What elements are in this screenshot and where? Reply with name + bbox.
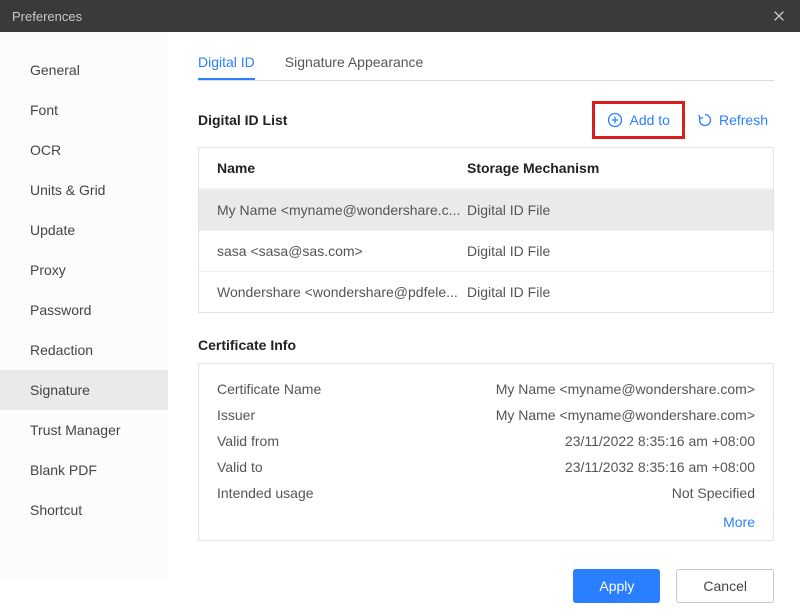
digital-id-table: Name Storage Mechanism My Name <myname@w… [198,147,774,313]
sidebar-item-general[interactable]: General [0,50,168,90]
column-header-name: Name [217,160,467,176]
digital-id-list-header: Digital ID List Add to Refresh [198,101,774,139]
sidebar-item-label: Update [30,222,75,238]
dialog-footer: Apply Cancel [168,561,800,613]
cancel-label: Cancel [703,578,747,594]
column-header-storage: Storage Mechanism [467,160,755,176]
cert-row: Intended usage Not Specified [217,480,755,506]
sidebar-item-label: Password [30,302,91,318]
digital-id-list-title: Digital ID List [198,112,592,128]
cell-name: My Name <myname@wondershare.c... [217,202,467,218]
cert-row: Certificate Name My Name <myname@wonders… [217,376,755,402]
sidebar-item-trust-manager[interactable]: Trust Manager [0,410,168,450]
cancel-button[interactable]: Cancel [676,569,774,603]
cell-storage: Digital ID File [467,202,755,218]
sidebar-item-label: OCR [30,142,61,158]
sidebar-item-blank-pdf[interactable]: Blank PDF [0,450,168,490]
tab-signature-appearance[interactable]: Signature Appearance [285,46,424,80]
sidebar-item-label: Redaction [30,342,93,358]
refresh-icon [697,112,713,128]
tab-label: Digital ID [198,54,255,70]
window-title: Preferences [12,9,770,24]
add-to-label: Add to [629,112,669,128]
cell-storage: Digital ID File [467,243,755,259]
certificate-info-title: Certificate Info [198,337,774,353]
certificate-info-box: Certificate Name My Name <myname@wonders… [198,363,774,541]
cert-value: My Name <myname@wondershare.com> [467,381,755,397]
table-header-row: Name Storage Mechanism [199,148,773,189]
add-to-highlight: Add to [592,101,684,139]
tab-label: Signature Appearance [285,54,424,70]
sidebar-item-label: Font [30,102,58,118]
sidebar-item-units-grid[interactable]: Units & Grid [0,170,168,210]
cert-label: Issuer [217,407,467,423]
window-titlebar: Preferences [0,0,800,32]
cert-value: My Name <myname@wondershare.com> [467,407,755,423]
refresh-label: Refresh [719,112,768,128]
cell-name: sasa <sasa@sas.com> [217,243,467,259]
preferences-sidebar: General Font OCR Units & Grid Update Pro… [0,32,168,580]
sidebar-item-label: Units & Grid [30,182,105,198]
main-panel: Digital ID Signature Appearance Digital … [168,32,800,580]
more-link[interactable]: More [217,506,755,530]
sidebar-item-label: Proxy [30,262,66,278]
sidebar-item-font[interactable]: Font [0,90,168,130]
sidebar-item-label: Trust Manager [30,422,121,438]
cell-storage: Digital ID File [467,284,755,300]
cert-label: Valid to [217,459,467,475]
cert-row: Valid to 23/11/2032 8:35:16 am +08:00 [217,454,755,480]
cert-label: Intended usage [217,485,467,501]
plus-circle-icon [607,112,623,128]
sidebar-item-label: Shortcut [30,502,82,518]
sidebar-item-password[interactable]: Password [0,290,168,330]
sidebar-item-signature[interactable]: Signature [0,370,168,410]
apply-label: Apply [599,578,634,594]
sidebar-item-update[interactable]: Update [0,210,168,250]
cert-value: 23/11/2022 8:35:16 am +08:00 [467,433,755,449]
tab-digital-id[interactable]: Digital ID [198,46,255,80]
close-icon[interactable] [770,7,788,25]
sidebar-item-label: Signature [30,382,90,398]
cert-row: Issuer My Name <myname@wondershare.com> [217,402,755,428]
sidebar-item-redaction[interactable]: Redaction [0,330,168,370]
add-to-button[interactable]: Add to [597,106,679,134]
sidebar-item-label: Blank PDF [30,462,97,478]
cert-value: 23/11/2032 8:35:16 am +08:00 [467,459,755,475]
table-row[interactable]: Wondershare <wondershare@pdfele... Digit… [199,271,773,312]
cell-name: Wondershare <wondershare@pdfele... [217,284,467,300]
cert-row: Valid from 23/11/2022 8:35:16 am +08:00 [217,428,755,454]
more-label: More [723,514,755,530]
tab-bar: Digital ID Signature Appearance [198,46,774,81]
sidebar-item-label: General [30,62,80,78]
sidebar-item-shortcut[interactable]: Shortcut [0,490,168,530]
cert-label: Valid from [217,433,467,449]
sidebar-item-ocr[interactable]: OCR [0,130,168,170]
table-row[interactable]: My Name <myname@wondershare.c... Digital… [199,189,773,230]
cert-label: Certificate Name [217,381,467,397]
table-row[interactable]: sasa <sasa@sas.com> Digital ID File [199,230,773,271]
cert-value: Not Specified [467,485,755,501]
apply-button[interactable]: Apply [573,569,660,603]
refresh-button[interactable]: Refresh [691,108,774,132]
sidebar-item-proxy[interactable]: Proxy [0,250,168,290]
